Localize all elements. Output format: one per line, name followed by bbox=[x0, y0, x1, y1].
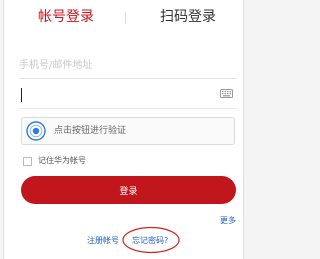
login-button[interactable]: 登录 bbox=[21, 176, 236, 204]
register-account-link[interactable]: 注册帐号 bbox=[87, 235, 119, 246]
forgot-password-link[interactable]: 忘记密码? bbox=[132, 235, 168, 246]
more-link[interactable]: 更多 bbox=[220, 215, 236, 226]
remember-checkbox[interactable] bbox=[23, 157, 32, 166]
login-panel: 帐号登录 扫码登录 点击按钮进行验证 记住华为帐号 登录 更多 注册帐号 忘记密… bbox=[3, 0, 244, 259]
captcha-fingerprint-icon bbox=[26, 121, 46, 141]
tab-divider bbox=[125, 12, 126, 24]
text-caret bbox=[21, 88, 22, 102]
phone-email-input[interactable] bbox=[19, 52, 237, 79]
captcha-label: 点击按钮进行验证 bbox=[54, 126, 127, 136]
tab-qr-login[interactable]: 扫码登录 bbox=[160, 8, 216, 26]
remember-label[interactable]: 记住华为帐号 bbox=[38, 155, 86, 166]
tab-account-login[interactable]: 帐号登录 bbox=[38, 8, 94, 26]
captcha-verify-button[interactable]: 点击按钮进行验证 bbox=[21, 117, 235, 145]
keyboard-icon[interactable] bbox=[220, 89, 233, 98]
page-background-strip bbox=[244, 0, 251, 259]
password-input[interactable] bbox=[19, 82, 237, 109]
